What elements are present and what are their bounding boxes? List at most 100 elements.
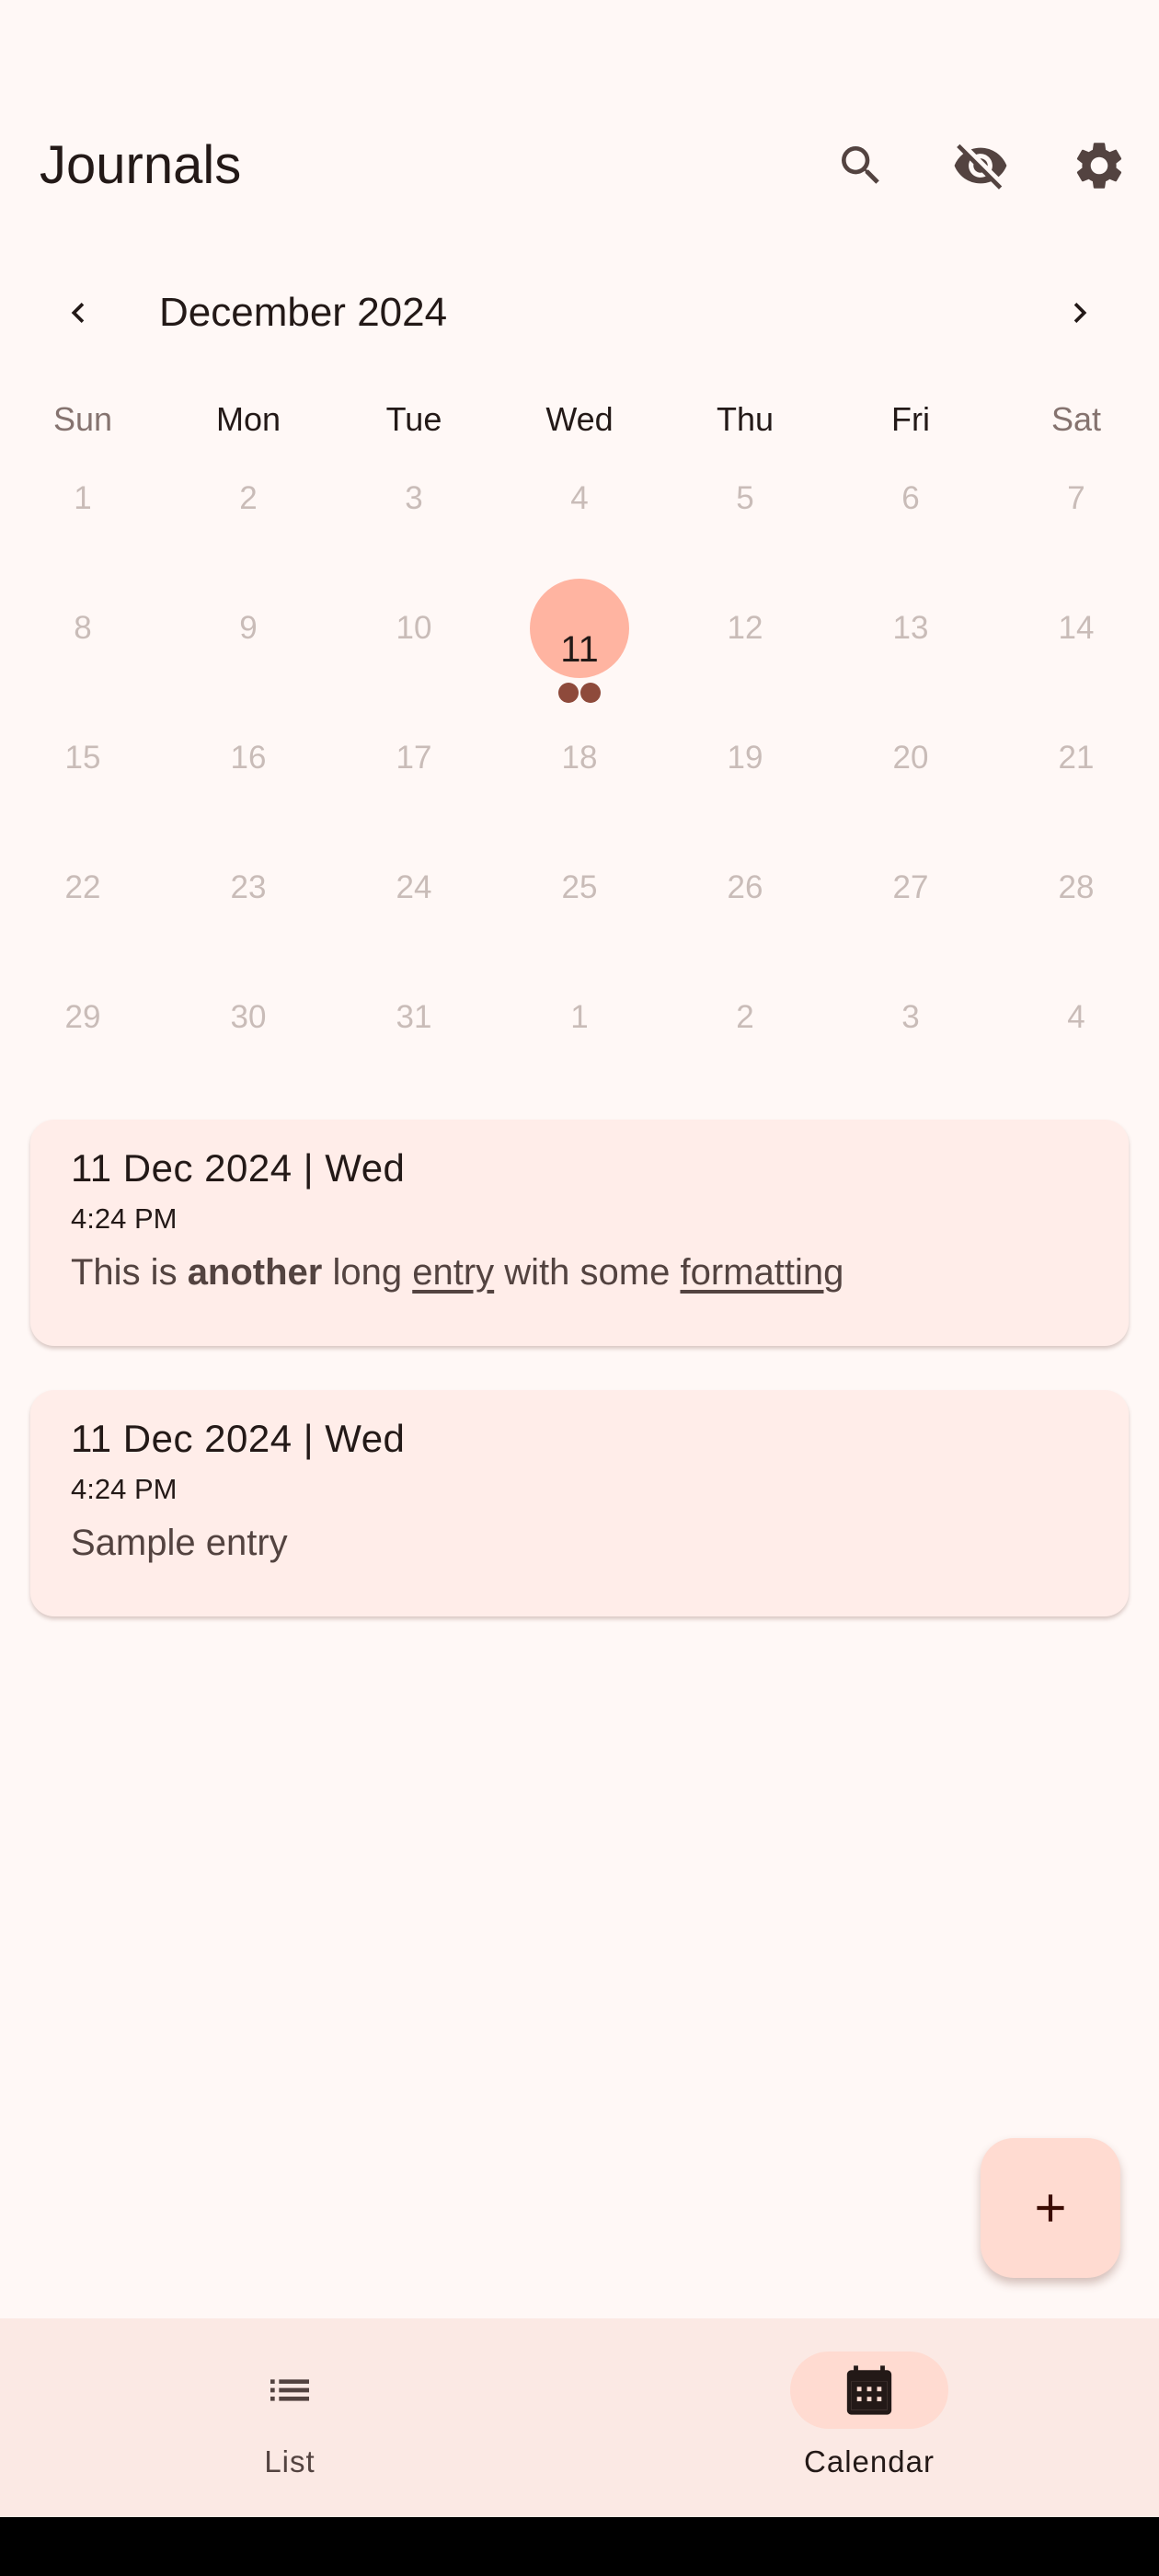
calendar-day[interactable]: 17 — [331, 719, 497, 848]
calendar-day-number: 1 — [74, 480, 92, 516]
calendar-day[interactable]: 1 — [0, 460, 166, 589]
calendar-day-number: 23 — [230, 869, 267, 905]
calendar-day-number: 9 — [239, 610, 258, 646]
calendar-day[interactable]: 31 — [331, 979, 497, 1108]
calendar-day[interactable]: 9 — [166, 590, 331, 719]
entry-card[interactable]: 11 Dec 2024 | Wed 4:24 PM Sample entry — [30, 1390, 1129, 1616]
calendar-day-number: 15 — [64, 740, 101, 776]
entry-date: 11 Dec 2024 | Wed — [71, 1417, 406, 1460]
calendar-day-number: 30 — [230, 999, 267, 1035]
calendar-day[interactable]: 5 — [662, 460, 828, 589]
calendar-day-number: 18 — [561, 740, 598, 776]
calendar-day-number: 5 — [736, 480, 754, 516]
calendar-day[interactable]: 22 — [0, 849, 166, 978]
calendar-day[interactable]: 4 — [497, 460, 662, 589]
calendar-day-number: 2 — [736, 999, 754, 1035]
search-button[interactable] — [820, 124, 902, 207]
entry-text: long — [322, 1252, 413, 1293]
calendar-day[interactable]: 18 — [497, 719, 662, 848]
calendar-day-number: 3 — [901, 999, 920, 1035]
weekday-label: Sat — [1050, 400, 1102, 438]
nav-item-list[interactable]: List — [0, 2318, 580, 2517]
calendar-day[interactable]: 12 — [662, 590, 828, 719]
previous-month-button[interactable] — [41, 276, 115, 350]
weekday-label: Mon — [215, 400, 281, 438]
entry-marker-dot — [558, 683, 579, 703]
calendar-day[interactable]: 23 — [166, 849, 331, 978]
calendar-day[interactable]: 29 — [0, 979, 166, 1108]
calendar-day-number: 1 — [570, 999, 589, 1035]
calendar-day-number: 2 — [239, 480, 258, 516]
entry-date: 11 Dec 2024 | Wed — [71, 1146, 406, 1190]
calendar-day-number: 20 — [892, 740, 929, 776]
entry-text: with some — [494, 1252, 681, 1293]
add-entry-button[interactable] — [981, 2138, 1120, 2278]
calendar-day[interactable]: 14 — [993, 590, 1159, 719]
calendar-day[interactable]: 2 — [662, 979, 828, 1108]
entry-time: 4:24 PM — [71, 1473, 178, 1505]
calendar-day[interactable]: 6 — [828, 460, 993, 589]
calendar-day-number: 26 — [727, 869, 763, 905]
calendar-day-number: 13 — [892, 610, 929, 646]
calendar-day[interactable]: 20 — [828, 719, 993, 848]
calendar-day[interactable]: 1 — [497, 979, 662, 1108]
entry-card[interactable]: 11 Dec 2024 | Wed 4:24 PM This is anothe… — [30, 1120, 1129, 1346]
page-title: Journals — [40, 135, 242, 195]
add-icon — [1037, 2194, 1064, 2222]
calendar-day[interactable]: 10 — [331, 590, 497, 719]
calendar-day[interactable]: 28 — [993, 849, 1159, 978]
calendar-day-number: 31 — [396, 999, 432, 1035]
settings-button[interactable] — [1058, 124, 1141, 207]
calendar-day-selected[interactable]: 11 — [497, 590, 662, 719]
calendar-day[interactable]: 25 — [497, 849, 662, 978]
hide-content-button[interactable] — [939, 124, 1022, 207]
calendar-icon — [832, 2353, 906, 2427]
calendar-day-number: 29 — [64, 999, 101, 1035]
month-header: December 2024 — [0, 267, 1159, 359]
list-icon — [253, 2353, 327, 2427]
month-label: December 2024 — [159, 290, 448, 335]
calendar-day[interactable]: 3 — [331, 460, 497, 589]
calendar-day-number: 8 — [74, 610, 92, 646]
system-navigation-bar — [0, 2517, 1159, 2576]
calendar-day-number: 6 — [901, 480, 920, 516]
calendar-day[interactable]: 7 — [993, 460, 1159, 589]
entry-markers — [497, 683, 662, 703]
calendar-day-number: 21 — [1058, 740, 1095, 776]
calendar-day[interactable]: 19 — [662, 719, 828, 848]
calendar-icon-graphic — [846, 2365, 892, 2415]
calendar-day[interactable]: 8 — [0, 590, 166, 719]
calendar-day[interactable]: 30 — [166, 979, 331, 1108]
calendar-day-number: 17 — [396, 740, 432, 776]
entry-text-underlined: entry — [412, 1252, 495, 1293]
calendar-day[interactable]: 15 — [0, 719, 166, 848]
calendar-day[interactable]: 3 — [828, 979, 993, 1108]
calendar-day-number: 10 — [396, 610, 432, 646]
nav-label: List — [264, 2444, 316, 2478]
calendar-day[interactable]: 26 — [662, 849, 828, 978]
journals-calendar-screen: Journals December 2024 Sun Mon Tue Wed T… — [0, 0, 1159, 2576]
calendar-day[interactable]: 21 — [993, 719, 1159, 848]
nav-label: Calendar — [804, 2444, 935, 2478]
entry-preview: This is another long entry with some for… — [71, 1248, 843, 1296]
calendar-day[interactable]: 24 — [331, 849, 497, 978]
calendar-day[interactable]: 27 — [828, 849, 993, 978]
calendar-day-number: 24 — [396, 869, 432, 905]
calendar-day[interactable]: 4 — [993, 979, 1159, 1108]
calendar-day[interactable]: 16 — [166, 719, 331, 848]
calendar-day-number: 7 — [1067, 480, 1085, 516]
calendar-day[interactable]: 13 — [828, 590, 993, 719]
calendar-day-number: 11 — [560, 629, 599, 670]
next-month-button[interactable] — [1043, 276, 1117, 350]
search-icon — [842, 146, 879, 184]
calendar-day[interactable]: 2 — [166, 460, 331, 589]
calendar-day-number: 4 — [570, 480, 589, 516]
calendar-day-number: 12 — [727, 610, 763, 646]
weekday-label: Wed — [545, 400, 614, 438]
top-app-bar: Journals — [0, 101, 1159, 230]
weekday-label: Thu — [716, 400, 775, 438]
nav-item-calendar[interactable]: Calendar — [580, 2318, 1159, 2517]
calendar-day-number: 19 — [727, 740, 763, 776]
calendar-day-number: 28 — [1058, 869, 1095, 905]
calendar-day-number: 4 — [1067, 999, 1085, 1035]
